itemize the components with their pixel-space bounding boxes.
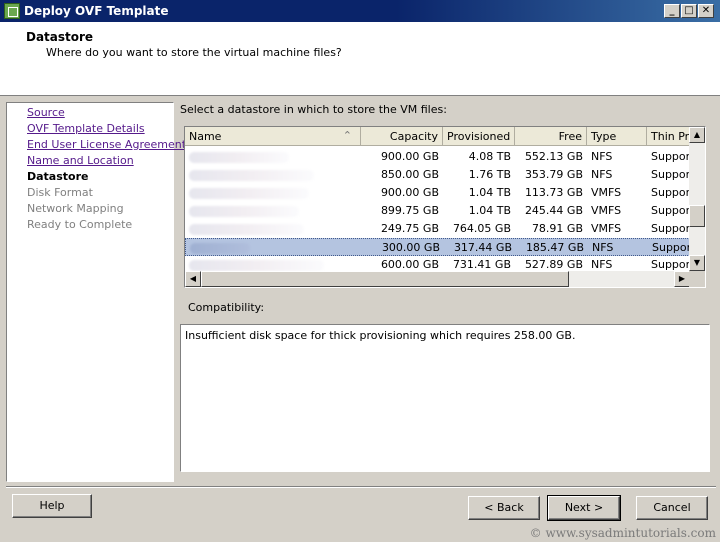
redacted-name (190, 243, 250, 254)
table-row[interactable]: 850.00 GB 1.76 TB 353.79 GB NFS Support (185, 166, 691, 184)
cell-type: VMFS (591, 222, 622, 235)
horizontal-scrollbar[interactable]: ◀ ▶ (185, 271, 690, 287)
cell-thin: Support (651, 168, 691, 181)
cell-free: 527.89 GB (524, 258, 583, 271)
sort-arrow-icon: ⌃ (342, 129, 352, 142)
cell-thin: Support (651, 222, 691, 235)
compatibility-message: Insufficient disk space for thick provis… (185, 329, 576, 342)
vertical-scrollbar[interactable]: ▲ ▼ (689, 127, 705, 271)
cell-provisioned: 1.04 TB (468, 186, 511, 199)
window-title: Deploy OVF Template (24, 4, 169, 18)
cell-type: NFS (591, 258, 613, 271)
cell-provisioned: 317.44 GB (453, 241, 512, 254)
step-ready-to-complete: Ready to Complete (27, 218, 133, 231)
cell-thin: Support (651, 150, 691, 163)
cell-provisioned: 764.05 GB (452, 222, 511, 235)
cell-thin: Support (651, 186, 691, 199)
compatibility-message-box: Insufficient disk space for thick provis… (180, 324, 710, 472)
redacted-name (189, 188, 309, 199)
table-row[interactable]: 900.00 GB 1.04 TB 113.73 GB VMFS Support (185, 184, 691, 202)
table-row[interactable]: 899.75 GB 1.04 TB 245.44 GB VMFS Support (185, 202, 691, 220)
app-icon (4, 3, 20, 19)
cell-type: NFS (592, 241, 614, 254)
cell-provisioned: 1.04 TB (468, 204, 511, 217)
table-row[interactable]: 900.00 GB 4.08 TB 552.13 GB NFS Support (185, 148, 691, 166)
cell-type: VMFS (591, 186, 622, 199)
cell-type: VMFS (591, 204, 622, 217)
cell-capacity: 899.75 GB (380, 204, 439, 217)
back-button[interactable]: < Back (468, 496, 540, 520)
step-disk-format: Disk Format (27, 186, 93, 199)
column-header-type[interactable]: Type (587, 127, 647, 146)
help-button[interactable]: Help (12, 494, 92, 518)
column-header-free[interactable]: Free (515, 127, 587, 146)
page-subtitle: Where do you want to store the virtual m… (46, 46, 342, 59)
cell-capacity: 600.00 GB (380, 258, 439, 271)
cell-type: NFS (591, 150, 613, 163)
cell-thin: Support (651, 258, 691, 271)
step-network-mapping: Network Mapping (27, 202, 124, 215)
redacted-name (189, 224, 304, 235)
table-row[interactable]: 249.75 GB 764.05 GB 78.91 GB VMFS Suppor… (185, 220, 691, 238)
wizard-header: Datastore Where do you want to store the… (0, 22, 720, 96)
scroll-left-arrow-icon[interactable]: ◀ (185, 271, 201, 287)
cell-capacity: 850.00 GB (380, 168, 439, 181)
redacted-name (189, 152, 289, 163)
cell-free: 185.47 GB (525, 241, 584, 254)
redacted-name (189, 170, 314, 181)
column-header-name[interactable]: Name ⌃ (185, 127, 361, 146)
close-button[interactable]: ✕ (698, 4, 714, 18)
minimize-button[interactable]: _ (664, 4, 680, 18)
cell-provisioned: 1.76 TB (468, 168, 511, 181)
column-header-provisioned[interactable]: Provisioned (443, 127, 515, 146)
datastore-table[interactable]: Name ⌃ Capacity Provisioned Free Type Th… (184, 126, 706, 288)
table-header: Name ⌃ Capacity Provisioned Free Type Th… (185, 127, 705, 146)
scroll-up-arrow-icon[interactable]: ▲ (689, 127, 705, 143)
cell-free: 113.73 GB (524, 186, 583, 199)
scroll-right-arrow-icon[interactable]: ▶ (674, 271, 690, 287)
cell-capacity: 900.00 GB (380, 150, 439, 163)
step-name-and-location[interactable]: Name and Location (27, 154, 134, 167)
next-button[interactable]: Next > (547, 495, 621, 521)
step-datastore: Datastore (27, 170, 89, 183)
cancel-button[interactable]: Cancel (636, 496, 708, 520)
cell-type: NFS (591, 168, 613, 181)
compatibility-label: Compatibility: (188, 301, 265, 314)
column-header-capacity[interactable]: Capacity (361, 127, 443, 146)
title-bar: Deploy OVF Template _ □ ✕ (0, 0, 720, 22)
cell-provisioned: 731.41 GB (452, 258, 511, 271)
scrollbar-corner (689, 271, 705, 287)
page-title: Datastore (26, 30, 94, 44)
redacted-name (189, 260, 324, 271)
redacted-name (189, 206, 299, 217)
horizontal-scroll-thumb[interactable] (201, 271, 569, 287)
cell-free: 78.91 GB (531, 222, 583, 235)
datastore-instruction: Select a datastore in which to store the… (180, 103, 447, 116)
wizard-steps-panel: Source OVF Template Details End User Lic… (6, 102, 186, 482)
step-eula[interactable]: End User License Agreement (27, 138, 186, 151)
maximize-button[interactable]: □ (681, 4, 697, 18)
cell-free: 245.44 GB (524, 204, 583, 217)
cell-capacity: 300.00 GB (381, 241, 440, 254)
button-bar-divider (6, 486, 716, 488)
cell-capacity: 249.75 GB (380, 222, 439, 235)
cell-free: 552.13 GB (524, 150, 583, 163)
cell-thin: Support (651, 204, 691, 217)
scroll-down-arrow-icon[interactable]: ▼ (689, 255, 705, 271)
vertical-scroll-thumb[interactable] (689, 205, 705, 227)
step-ovf-template-details[interactable]: OVF Template Details (27, 122, 145, 135)
cell-thin: Support (652, 241, 692, 254)
cell-capacity: 900.00 GB (380, 186, 439, 199)
cell-provisioned: 4.08 TB (468, 150, 511, 163)
watermark: © www.sysadmintutorials.com (529, 526, 716, 540)
cell-free: 353.79 GB (524, 168, 583, 181)
step-source[interactable]: Source (27, 106, 65, 119)
table-row-selected[interactable]: 300.00 GB 317.44 GB 185.47 GB NFS Suppor… (185, 238, 692, 256)
